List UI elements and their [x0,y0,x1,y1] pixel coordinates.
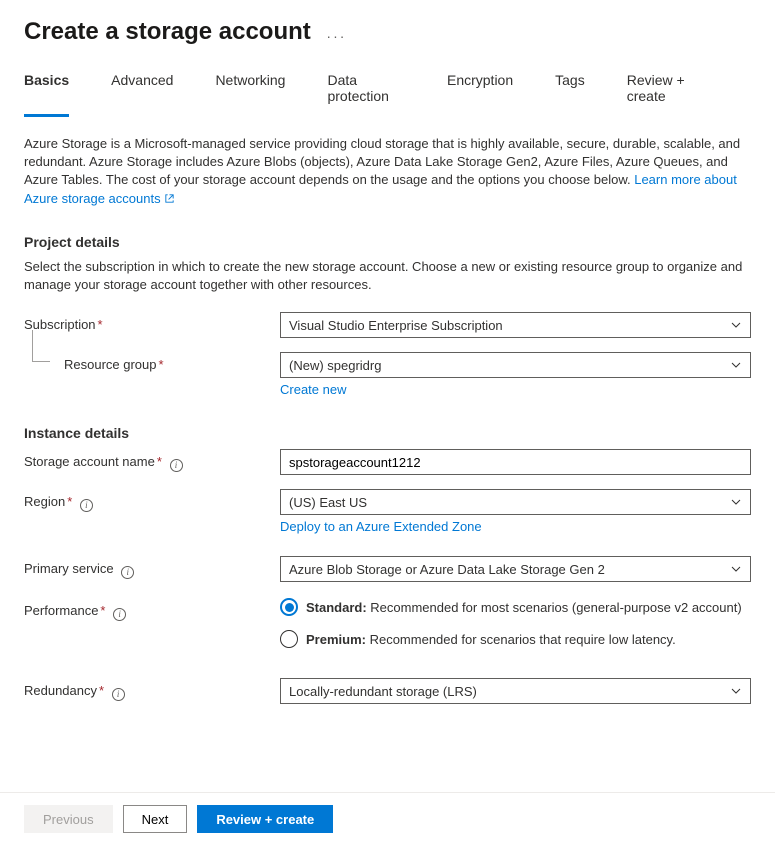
info-icon[interactable]: i [170,459,183,472]
create-new-rg-link[interactable]: Create new [280,382,346,397]
subscription-value: Visual Studio Enterprise Subscription [289,318,503,333]
region-select[interactable]: (US) East US [280,489,751,515]
more-menu-icon[interactable]: ··· [326,28,346,44]
info-icon[interactable]: i [80,499,93,512]
info-icon[interactable]: i [112,688,125,701]
primary-service-select[interactable]: Azure Blob Storage or Azure Data Lake St… [280,556,751,582]
redundancy-value: Locally-redundant storage (LRS) [289,684,477,699]
tab-review-create[interactable]: Review + create [627,72,709,117]
performance-label: Performance* i [24,598,280,621]
resource-group-select[interactable]: (New) spegridrg [280,352,751,378]
storage-name-label: Storage account name* i [24,449,280,472]
instance-details-heading: Instance details [24,425,751,441]
tab-advanced[interactable]: Advanced [111,72,173,117]
chevron-down-icon [730,563,742,575]
subscription-label: Subscription* [24,312,280,332]
primary-service-label: Primary service i [24,556,280,579]
tab-networking[interactable]: Networking [215,72,285,117]
intro-paragraph: Azure Storage is a Microsoft-managed ser… [24,135,751,208]
tab-bar: Basics Advanced Networking Data protecti… [0,54,775,117]
tree-connector-icon [32,330,50,362]
resource-group-label: Resource group* [24,352,280,372]
storage-name-input[interactable] [280,449,751,475]
info-icon[interactable]: i [121,566,134,579]
subscription-select[interactable]: Visual Studio Enterprise Subscription [280,312,751,338]
info-icon[interactable]: i [113,608,126,621]
page-title: Create a storage account [24,18,311,46]
external-link-icon [164,193,175,204]
primary-service-value: Azure Blob Storage or Azure Data Lake St… [289,562,605,577]
chevron-down-icon [730,319,742,331]
chevron-down-icon [730,496,742,508]
review-create-button[interactable]: Review + create [197,805,333,833]
wizard-footer: Previous Next Review + create [0,792,775,845]
performance-standard-radio[interactable]: Standard: Recommended for most scenarios… [280,598,751,616]
performance-standard-text: Standard: Recommended for most scenarios… [306,600,742,615]
performance-premium-radio[interactable]: Premium: Recommended for scenarios that … [280,630,751,648]
radio-selected-icon [280,598,298,616]
project-details-desc: Select the subscription in which to crea… [24,258,751,294]
tab-encryption[interactable]: Encryption [447,72,513,117]
project-details-heading: Project details [24,234,751,250]
intro-text: Azure Storage is a Microsoft-managed ser… [24,136,740,187]
tab-data-protection[interactable]: Data protection [327,72,405,117]
chevron-down-icon [730,359,742,371]
extended-zone-link[interactable]: Deploy to an Azure Extended Zone [280,519,482,534]
redundancy-label: Redundancy* i [24,678,280,701]
region-label: Region* i [24,489,280,512]
performance-premium-text: Premium: Recommended for scenarios that … [306,632,676,647]
tab-basics[interactable]: Basics [24,72,69,117]
previous-button: Previous [24,805,113,833]
chevron-down-icon [730,685,742,697]
tab-tags[interactable]: Tags [555,72,585,117]
radio-unselected-icon [280,630,298,648]
next-button[interactable]: Next [123,805,188,833]
region-value: (US) East US [289,495,367,510]
resource-group-value: (New) spegridrg [289,358,381,373]
redundancy-select[interactable]: Locally-redundant storage (LRS) [280,678,751,704]
